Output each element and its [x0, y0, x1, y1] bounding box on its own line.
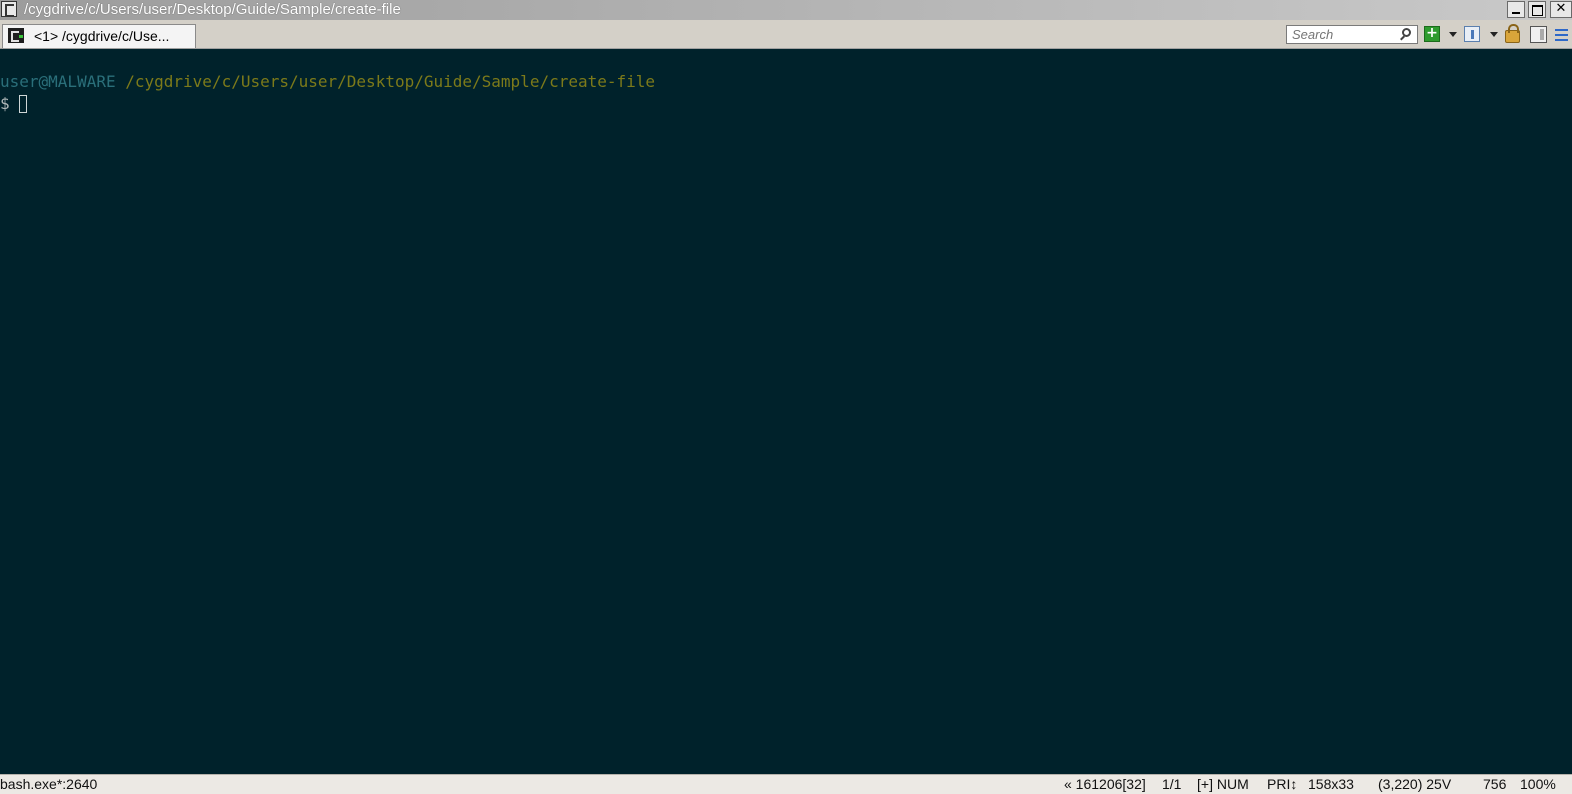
status-cursor-position: (3,220) 25V: [1378, 776, 1452, 792]
window-title: /cygdrive/c/Users/user/Desktop/Guide/Sam…: [24, 1, 401, 18]
menu-icon[interactable]: [1553, 26, 1570, 43]
title-bar[interactable]: /cygdrive/c/Users/user/Desktop/Guide/Sam…: [0, 0, 1572, 20]
terminal-window: /cygdrive/c/Users/user/Desktop/Guide/Sam…: [0, 0, 1572, 794]
status-console-index: 1/1: [1162, 776, 1182, 792]
status-bar: bash.exe*:2640 « 161206[32] 1/1 [+] NUM …: [0, 774, 1572, 794]
console-app-icon[interactable]: [1, 1, 17, 17]
maximize-icon: [1531, 5, 1543, 16]
minimize-icon: [1512, 12, 1520, 14]
lock-icon[interactable]: [1505, 24, 1520, 43]
prompt-path: /cygdrive/c/Users/user/Desktop/Guide/Sam…: [125, 72, 656, 91]
menu-icon-bar: [1555, 34, 1568, 36]
maximize-button[interactable]: [1528, 1, 1546, 18]
menu-icon-bar: [1555, 29, 1568, 31]
prompt-user-host: user@MALWARE: [0, 72, 116, 91]
status-process: bash.exe*:2640: [0, 776, 98, 792]
window-mode-dropdown-icon[interactable]: [1490, 32, 1498, 37]
menu-icon-bar: [1555, 39, 1568, 41]
status-number: 756: [1483, 776, 1507, 792]
search-icon[interactable]: [1402, 28, 1411, 37]
status-console-size: 158x33: [1308, 776, 1354, 792]
tab-label: <1> /cygdrive/c/Use...: [34, 28, 170, 44]
input-line[interactable]: $: [0, 94, 28, 114]
new-console-dropdown-icon[interactable]: [1449, 32, 1457, 37]
tab-bar: <1> /cygdrive/c/Use... +: [0, 20, 1572, 49]
prompt-line: user@MALWARE /cygdrive/c/Users/user/Desk…: [0, 72, 655, 92]
status-pid-info: « 161206[32]: [1064, 776, 1146, 792]
tab-console-1[interactable]: <1> /cygdrive/c/Use...: [2, 24, 196, 48]
close-button[interactable]: ✕: [1550, 1, 1572, 18]
window-mode-icon[interactable]: [1464, 26, 1480, 42]
prompt-symbol: $: [0, 94, 20, 113]
console-tab-icon: [8, 28, 24, 43]
status-priority: PRI↕: [1267, 776, 1298, 792]
status-flags: [+] NUM: [1197, 776, 1249, 792]
status-zoom: 100%: [1520, 776, 1556, 792]
search-input[interactable]: [1286, 25, 1418, 44]
split-view-icon[interactable]: [1530, 26, 1547, 43]
terminal-output[interactable]: user@MALWARE /cygdrive/c/Users/user/Desk…: [0, 49, 1572, 774]
minimize-button[interactable]: [1507, 1, 1525, 18]
text-cursor: [19, 95, 28, 113]
new-console-icon[interactable]: +: [1424, 26, 1440, 42]
close-icon: ✕: [1555, 1, 1567, 16]
